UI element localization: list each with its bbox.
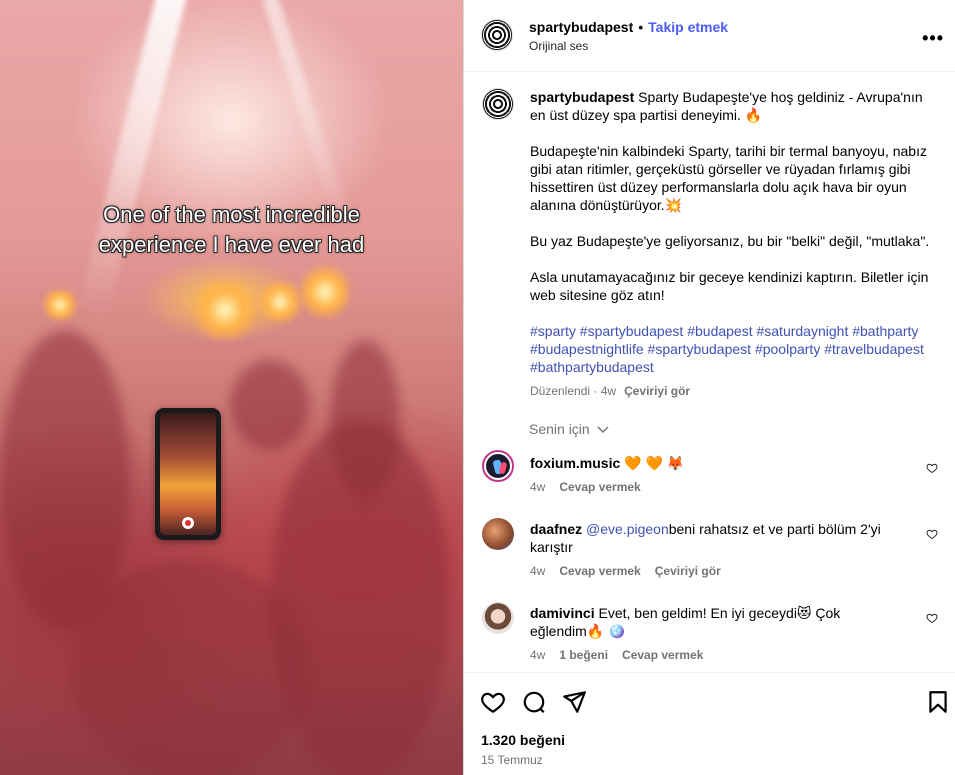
comment-username[interactable]: damivinci <box>530 605 595 621</box>
caption-time: · 4w <box>593 384 617 398</box>
reply-button[interactable]: Cevap vermek <box>559 480 640 494</box>
follow-button[interactable]: Takip etmek <box>648 19 728 35</box>
like-comment-heart-icon[interactable] <box>926 612 938 624</box>
crowd-silhouette <box>0 330 130 630</box>
profile-avatar[interactable] <box>481 19 513 51</box>
caption-meta: Düzenlendi · 4w Çeviriyi gör <box>530 382 930 400</box>
like-comment-heart-icon[interactable] <box>926 528 938 540</box>
post-actions-bar: 1.320 beğeni 15 Temmuz <box>464 672 955 775</box>
post-sidebar: spartybudapest • Takip etmek Orijinal ses … <box>463 0 955 775</box>
separator-dot: • <box>638 19 644 35</box>
like-comment-heart-icon[interactable] <box>926 462 938 474</box>
comment-time: 4w <box>530 564 546 578</box>
comment-text: 🧡 🧡 🦊 <box>624 455 685 471</box>
comment-likes[interactable]: 1 beğeni <box>559 648 608 662</box>
post-date: 15 Temmuz <box>481 753 543 767</box>
more-options-icon[interactable]: ••• <box>922 28 944 49</box>
commenter-avatar[interactable] <box>482 602 514 634</box>
video-caption-line1: One of the most incredible <box>103 202 360 227</box>
flame-effect <box>190 280 260 340</box>
crowd-silhouette <box>330 340 400 500</box>
crowd-silhouette <box>230 360 310 450</box>
commenter-avatar[interactable] <box>482 518 514 550</box>
comment-username[interactable]: daafnez <box>530 521 582 537</box>
translate-comment-link[interactable]: Çeviriyi gör <box>655 564 721 578</box>
reel-video[interactable]: One of the most incredible experience I … <box>0 0 463 775</box>
caption-avatar[interactable] <box>482 88 514 120</box>
flame-effect <box>255 282 305 322</box>
caption-hashtags[interactable]: #sparty #spartybudapest #budapest #satur… <box>530 322 930 376</box>
flame-effect <box>300 262 350 322</box>
phone-in-video <box>155 408 221 540</box>
video-caption-line2: experience I have ever had <box>98 232 365 257</box>
translate-link[interactable]: Çeviriyi gör <box>624 384 690 398</box>
comment-mention[interactable]: @eve.pigeon <box>586 521 669 537</box>
reply-button[interactable]: Cevap vermek <box>559 564 640 578</box>
caption-paragraph2: Budapeşte'nin kalbindeki Sparty, tarihi … <box>530 143 927 213</box>
commenter-avatar[interactable] <box>482 450 514 482</box>
for-you-label: Senin için <box>529 421 590 437</box>
share-send-icon[interactable] <box>561 689 587 715</box>
crowd-silhouette <box>70 560 310 775</box>
chevron-down-icon <box>597 426 609 434</box>
comment-text: beni rahatsız et ve parti bölüm 2'yi kar… <box>530 521 881 555</box>
reply-button[interactable]: Cevap vermek <box>622 648 703 662</box>
comment-bubble-icon[interactable] <box>521 689 547 715</box>
like-heart-icon[interactable] <box>480 689 506 715</box>
comment-time: 4w <box>530 480 546 494</box>
post-header: spartybudapest • Takip etmek Orijinal ses … <box>464 0 955 72</box>
likes-count[interactable]: 1.320 beğeni <box>481 732 565 748</box>
caption-paragraph3: Bu yaz Budapeşte'ye geliyorsanız, bu bir… <box>530 233 930 249</box>
light-beam <box>77 0 189 319</box>
audio-label[interactable]: Orijinal ses <box>529 39 588 53</box>
comment-time: 4w <box>530 648 546 662</box>
edited-label: Düzenlendi <box>530 384 591 398</box>
save-bookmark-icon[interactable] <box>925 689 951 715</box>
sort-for-you-dropdown[interactable]: Senin için <box>529 421 609 437</box>
header-username[interactable]: spartybudapest <box>529 19 633 35</box>
caption-username[interactable]: spartybudapest <box>530 89 634 105</box>
flame-effect <box>40 290 80 320</box>
comment-username[interactable]: foxium.music <box>530 455 620 471</box>
caption-paragraph4: Asla unutamayacağınız bir geceye kendini… <box>530 269 929 303</box>
